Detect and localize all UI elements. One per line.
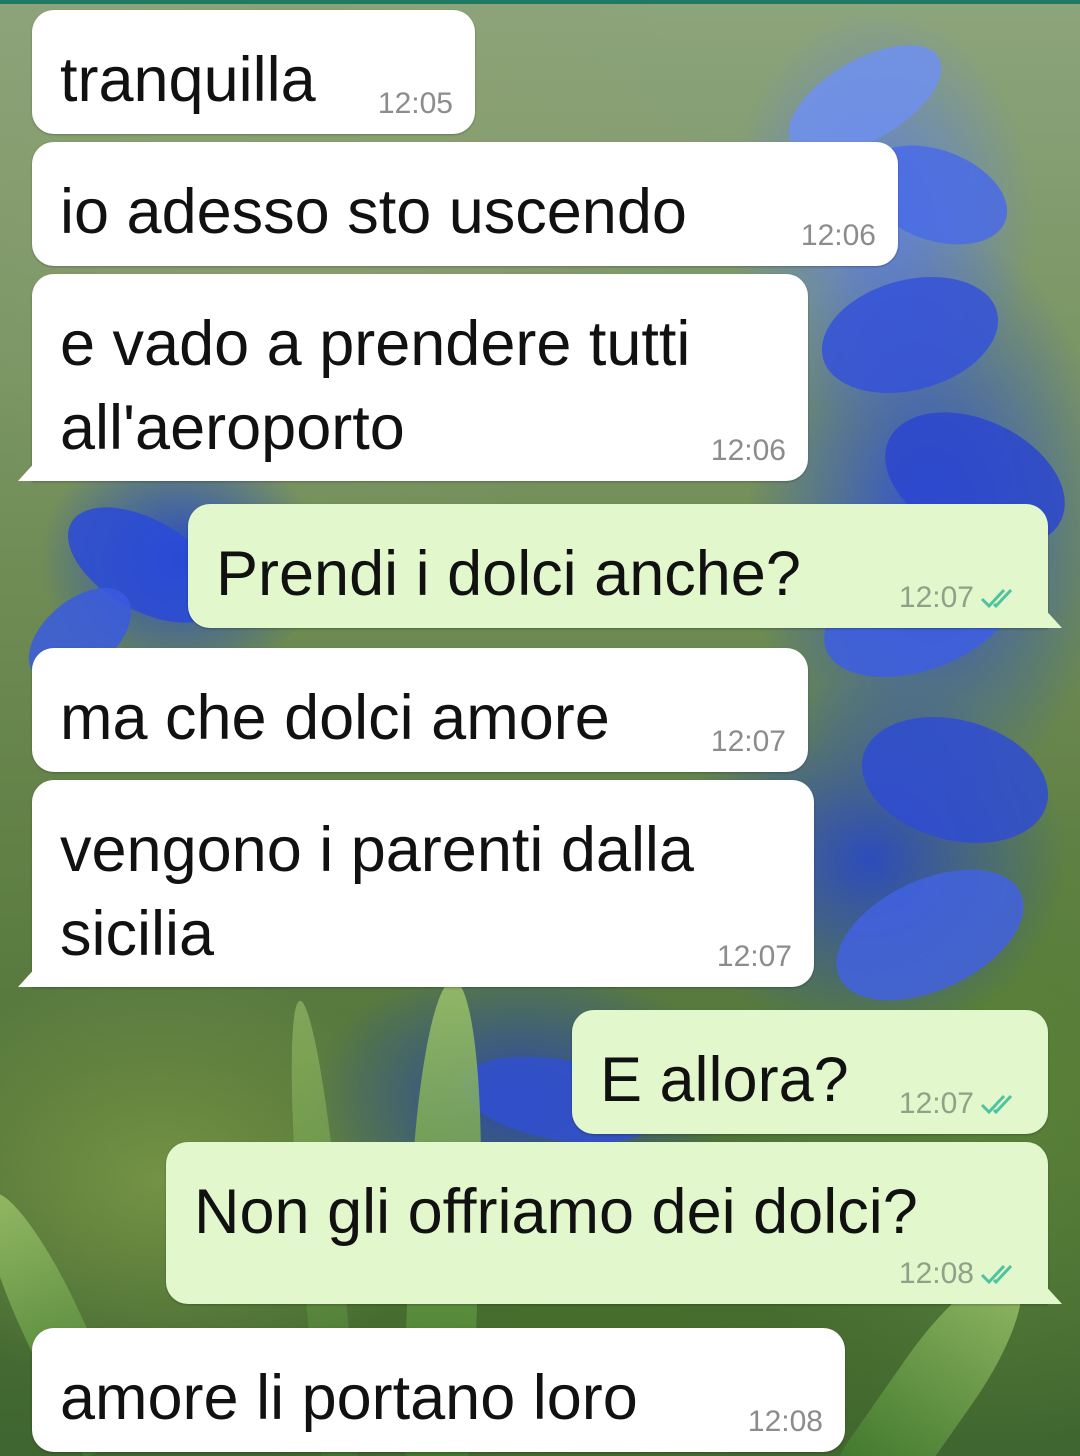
message-list[interactable]: tranquilla 12:05 io adesso sto uscendo 1… bbox=[0, 0, 1080, 1456]
message-time: 12:06 bbox=[800, 219, 876, 252]
message-meta: 12:08 bbox=[748, 1404, 823, 1440]
header-edge bbox=[0, 0, 1080, 4]
message-time: 12:08 bbox=[747, 1405, 823, 1438]
message-meta: 12:07 bbox=[899, 580, 1026, 616]
message-text: ma che dolci amore bbox=[60, 683, 610, 753]
message-time: 12:08 bbox=[898, 1257, 974, 1290]
message-meta: 12:08 bbox=[899, 1256, 1026, 1292]
message-bubble-outgoing[interactable]: E allora? 12:07 bbox=[572, 1010, 1048, 1134]
message-bubble-incoming[interactable]: vengono i parenti dalla sicilia 12:07 bbox=[18, 780, 814, 987]
message-meta: 12:06 bbox=[801, 218, 876, 254]
message-text: amore li portano loro bbox=[60, 1363, 638, 1433]
message-text: io adesso sto uscendo bbox=[60, 177, 687, 247]
message-bubble-incoming[interactable]: io adesso sto uscendo 12:06 bbox=[32, 142, 898, 266]
double-check-icon bbox=[980, 588, 1013, 609]
message-text: e vado a prendere tutti all'aeroporto bbox=[60, 309, 691, 463]
message-time: 12:05 bbox=[377, 87, 453, 120]
message-bubble-incoming[interactable]: e vado a prendere tutti all'aeroporto 12… bbox=[18, 274, 808, 481]
double-check-icon bbox=[980, 1264, 1013, 1285]
message-bubble-incoming[interactable]: tranquilla 12:05 bbox=[32, 10, 475, 134]
message-time: 12:06 bbox=[710, 434, 786, 467]
message-meta: 12:07 bbox=[717, 939, 792, 975]
message-meta: 12:05 bbox=[378, 86, 453, 122]
double-check-icon bbox=[980, 1094, 1013, 1115]
message-bubble-incoming[interactable]: ma che dolci amore 12:07 bbox=[32, 648, 808, 772]
message-meta: 12:07 bbox=[899, 1086, 1026, 1122]
message-text: Non gli offriamo dei dolci? bbox=[194, 1177, 918, 1247]
message-text: vengono i parenti dalla sicilia bbox=[60, 815, 694, 969]
message-time: 12:07 bbox=[898, 581, 974, 614]
message-meta: 12:06 bbox=[711, 433, 786, 469]
message-time: 12:07 bbox=[898, 1087, 974, 1120]
message-meta: 12:07 bbox=[711, 724, 786, 760]
message-time: 12:07 bbox=[716, 940, 792, 973]
message-bubble-outgoing[interactable]: Prendi i dolci anche? 12:07 bbox=[188, 504, 1062, 628]
message-bubble-incoming[interactable]: amore li portano loro 12:08 bbox=[32, 1328, 845, 1452]
message-bubble-outgoing[interactable]: Non gli offriamo dei dolci? 12:08 bbox=[166, 1142, 1062, 1304]
message-time: 12:07 bbox=[710, 725, 786, 758]
